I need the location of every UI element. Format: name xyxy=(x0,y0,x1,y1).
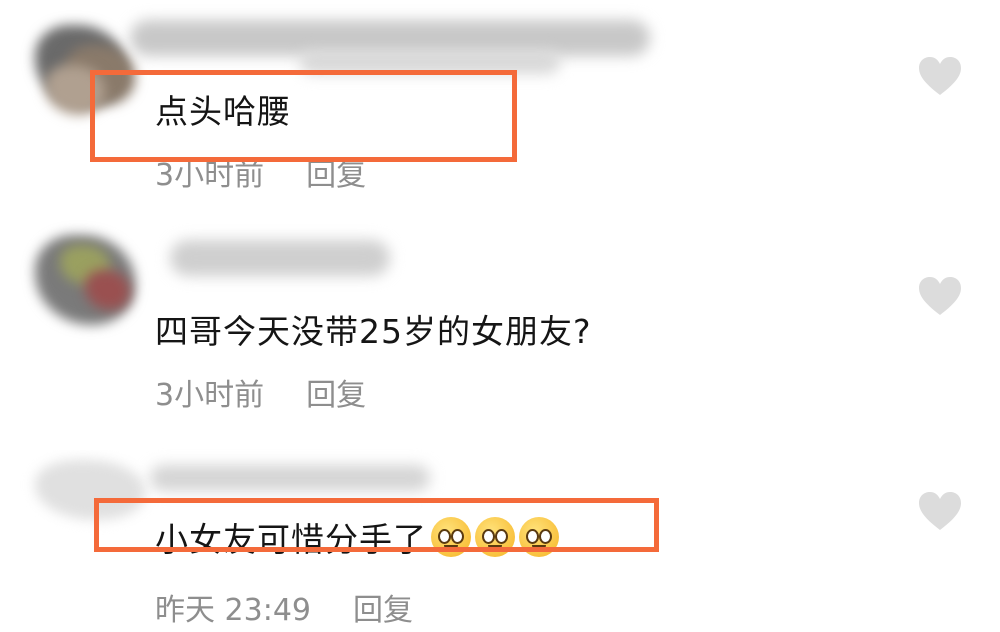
username[interactable] xyxy=(170,240,390,276)
comment-text: 四哥今天没带25岁的女朋友? xyxy=(155,312,592,351)
timestamp: 昨天 23:49 xyxy=(155,593,311,628)
avatar[interactable] xyxy=(15,215,165,345)
highlight-box xyxy=(94,498,659,552)
heart-icon[interactable] xyxy=(917,55,963,97)
heart-icon[interactable] xyxy=(917,490,963,532)
comment-item: 小女友可惜分手了 昨天 23:49 回复 xyxy=(0,445,1000,632)
comment-item: 点头哈腰 3小时前 回复 xyxy=(0,0,1000,200)
reply-button[interactable]: 回复 xyxy=(353,593,413,628)
comment-meta: 3小时前 回复 xyxy=(155,370,366,414)
reply-button[interactable]: 回复 xyxy=(306,378,366,413)
heart-icon[interactable] xyxy=(917,275,963,317)
highlight-box xyxy=(90,70,517,162)
username[interactable] xyxy=(150,465,430,491)
timestamp: 3小时前 xyxy=(155,378,265,413)
comment-meta: 昨天 23:49 回复 xyxy=(155,585,413,629)
timestamp: 3小时前 xyxy=(155,158,265,193)
reply-button[interactable]: 回复 xyxy=(306,158,366,193)
comment-item: 四哥今天没带25岁的女朋友? 3小时前 回复 xyxy=(0,210,1000,430)
